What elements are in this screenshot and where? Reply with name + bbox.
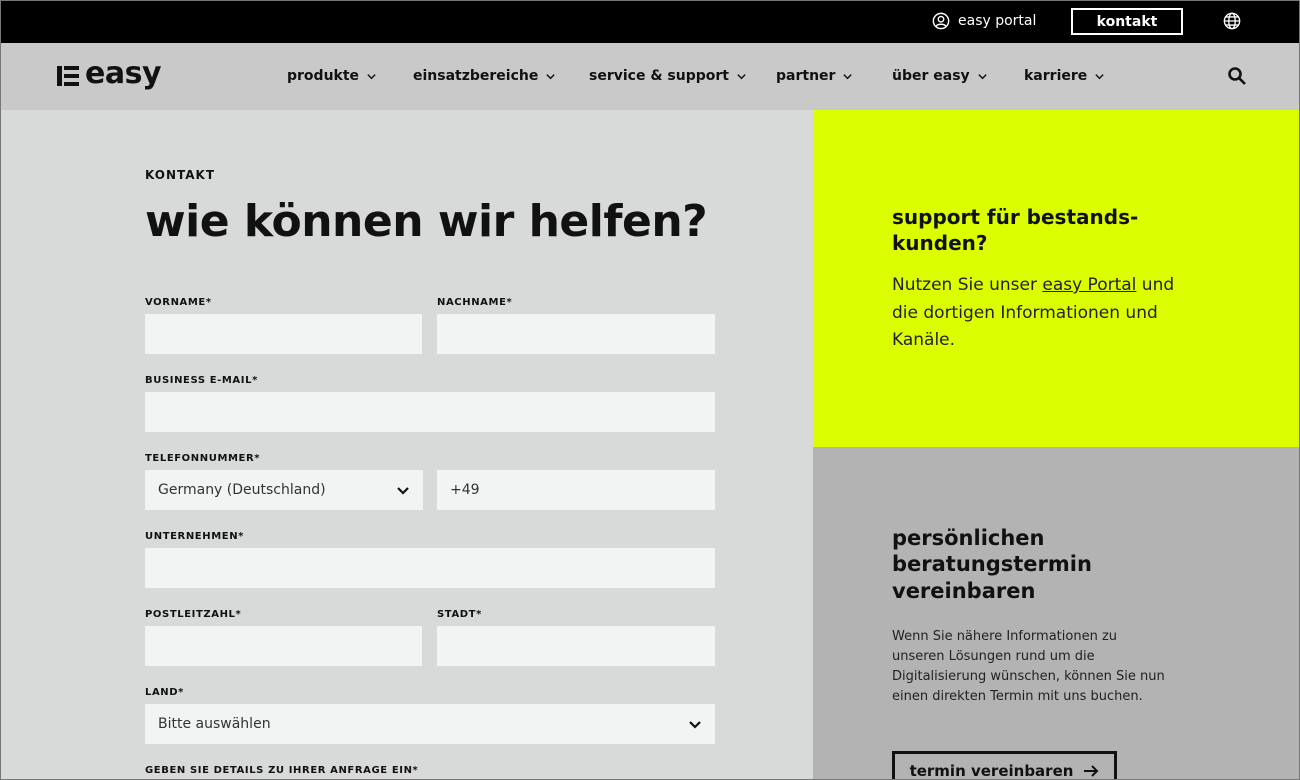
top-bar: easy portal kontakt xyxy=(0,0,1300,43)
main-navigation: easy produkte einsatzbereiche service & … xyxy=(0,43,1300,110)
details-label: GEBEN SIE DETAILS ZU IHRER ANFRAGE EIN* xyxy=(145,765,419,776)
logo-mark-icon xyxy=(57,66,79,86)
land-select-value: Bitte auswählen xyxy=(158,716,271,732)
vorname-label: VORNAME* xyxy=(145,297,212,308)
easy-portal-link[interactable]: easy portal xyxy=(932,11,1036,31)
email-input[interactable] xyxy=(145,392,715,432)
nachname-label: NACHNAME* xyxy=(437,297,513,308)
chevron-down-icon xyxy=(737,73,746,79)
chevron-down-icon xyxy=(367,73,376,79)
vorname-input[interactable] xyxy=(145,314,422,354)
nav-item-service-support[interactable]: service & support xyxy=(589,67,747,85)
termin-button-label: termin vereinbaren xyxy=(909,762,1074,780)
nav-item-label: karriere xyxy=(1024,68,1088,84)
nav-item-label: partner xyxy=(776,68,836,84)
arrow-right-icon xyxy=(1084,765,1099,777)
unternehmen-input[interactable] xyxy=(145,548,715,588)
chevron-down-icon xyxy=(843,73,853,79)
support-text-prefix: Nutzen Sie unser xyxy=(892,275,1043,295)
support-panel: support für bestands-kunden? Nutzen Sie … xyxy=(813,110,1300,447)
nav-item-karriere[interactable]: karriere xyxy=(1024,67,1105,85)
easy-portal-text-link[interactable]: easy Portal xyxy=(1042,275,1136,295)
nav-item-ueber-easy[interactable]: über easy xyxy=(892,67,988,85)
kontakt-button[interactable]: kontakt xyxy=(1071,8,1183,35)
chevron-down-icon xyxy=(1095,73,1104,79)
plz-input[interactable] xyxy=(145,626,422,666)
appointment-panel: persönlichen beratungstermin vereinbaren… xyxy=(813,447,1300,780)
nav-item-label: einsatzbereiche xyxy=(413,68,539,84)
search-icon[interactable] xyxy=(1227,66,1247,86)
nav-item-label: produkte xyxy=(287,68,360,84)
nachname-input[interactable] xyxy=(437,314,715,354)
stadt-label: STADT* xyxy=(437,609,482,620)
email-label: BUSINESS E-MAIL* xyxy=(145,375,258,386)
nav-item-label: über easy xyxy=(892,68,970,84)
chevron-down-icon xyxy=(397,487,409,495)
chevron-down-icon xyxy=(977,73,987,79)
chevron-down-icon xyxy=(546,73,556,79)
nav-item-partner[interactable]: partner xyxy=(776,67,853,85)
easy-logo[interactable]: easy xyxy=(57,56,162,92)
land-select[interactable]: Bitte auswählen xyxy=(145,704,715,744)
unternehmen-label: UNTERNEHMEN* xyxy=(145,531,244,542)
support-text: Nutzen Sie unser easy Portal und die dor… xyxy=(892,272,1182,355)
section-eyebrow: KONTAKT xyxy=(145,168,216,182)
logo-text: easy xyxy=(85,56,162,91)
globe-icon[interactable] xyxy=(1223,12,1241,30)
country-code-select[interactable]: Germany (Deutschland) xyxy=(145,470,423,510)
land-label: LAND* xyxy=(145,687,185,698)
nav-item-produkte[interactable]: produkte xyxy=(287,67,377,85)
telefon-label: TELEFONNUMMER* xyxy=(145,453,261,464)
appointment-text: Wenn Sie nähere Informationen zu unseren… xyxy=(892,629,1165,705)
telefon-input[interactable] xyxy=(437,470,715,510)
appointment-title: persönlichen beratungstermin vereinbaren xyxy=(892,526,1092,603)
contact-form-section: KONTAKT wie können wir helfen? VORNAME* … xyxy=(0,110,813,780)
user-circle-icon xyxy=(932,12,950,30)
nav-item-label: service & support xyxy=(589,68,729,84)
easy-portal-label: easy portal xyxy=(958,13,1037,29)
plz-label: POSTLEITZAHL* xyxy=(145,609,242,620)
chevron-down-icon xyxy=(689,721,701,729)
termin-vereinbaren-button[interactable]: termin vereinbaren xyxy=(892,751,1117,780)
nav-item-einsatzbereiche[interactable]: einsatzbereiche xyxy=(413,67,556,85)
stadt-input[interactable] xyxy=(437,626,715,666)
page-title: wie können wir helfen? xyxy=(145,196,708,247)
support-title: support für bestands-kunden? xyxy=(892,205,1139,255)
country-code-value: Germany (Deutschland) xyxy=(158,482,326,498)
